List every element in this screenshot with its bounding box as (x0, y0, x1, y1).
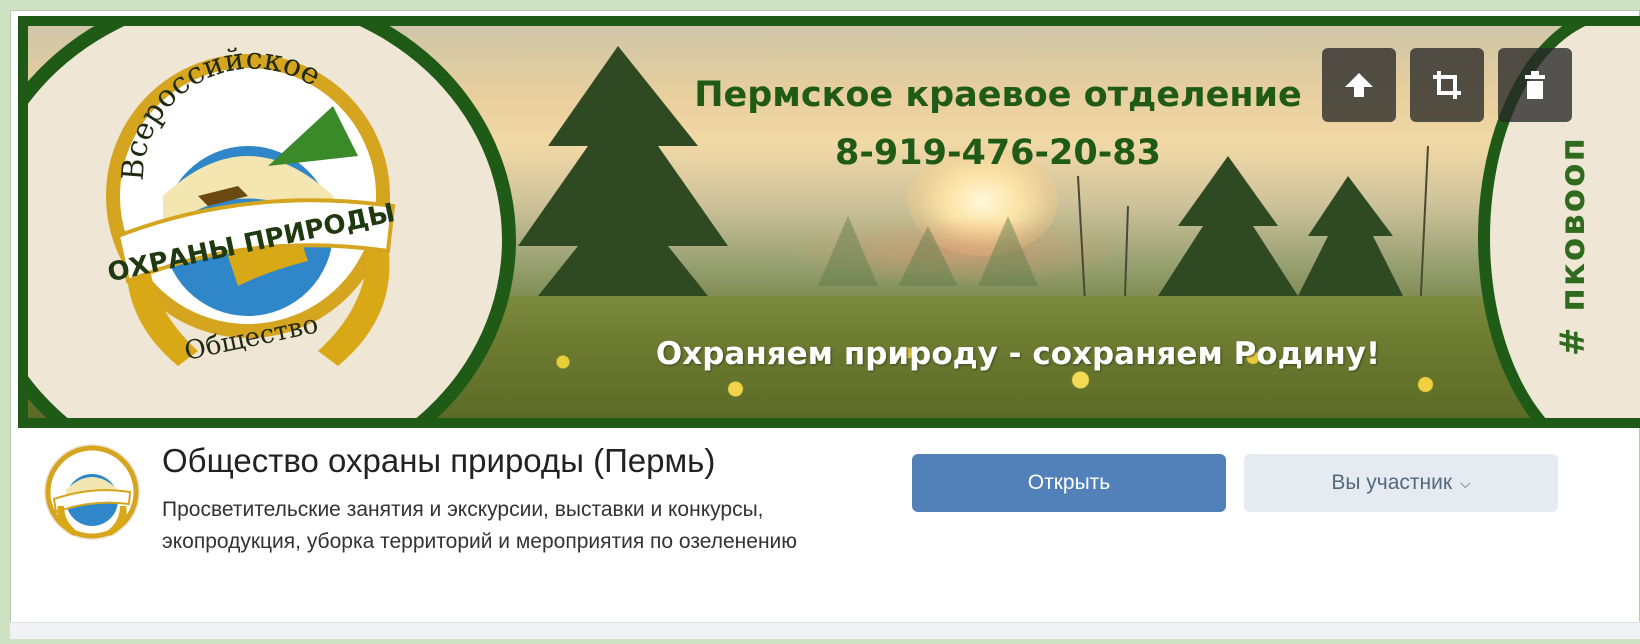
membership-dropdown-button[interactable]: Вы участник ⌵ (1244, 454, 1558, 512)
cover-title-line1: Пермское краевое отделение (694, 75, 1302, 115)
cover-image: ОХРАНЫ ПРИРОДЫ Всероссийское Общество Пе… (18, 16, 1640, 428)
crop-icon (1433, 71, 1461, 99)
crop-cover-button[interactable] (1410, 48, 1484, 122)
membership-label: Вы участник (1331, 471, 1453, 494)
cover-hashtag: # пковооп (1553, 136, 1593, 356)
cover-phone: 8-919-476-20-83 (835, 133, 1161, 173)
avatar[interactable] (44, 444, 140, 540)
society-logo: ОХРАНЫ ПРИРОДЫ Всероссийское Общество (105, 46, 398, 367)
upload-cover-button[interactable] (1322, 48, 1396, 122)
group-name: Общество охраны природы (Пермь) (162, 442, 716, 479)
trash-icon (1525, 71, 1545, 99)
card-bottom-divider (10, 622, 1640, 639)
cover-title: Пермское краевое отделение 8-919-476-20-… (668, 66, 1328, 182)
avatar-logo (45, 445, 139, 539)
open-button[interactable]: Открыть (912, 454, 1226, 512)
cover-slogan: Охраняем природу - сохраняем Родину! (655, 336, 1381, 372)
upload-icon (1345, 73, 1373, 97)
group-description: Просветительские занятия и экскурсии, вы… (162, 498, 798, 553)
chevron-down-icon: ⌵ (1460, 474, 1471, 491)
delete-cover-button[interactable] (1498, 48, 1572, 122)
